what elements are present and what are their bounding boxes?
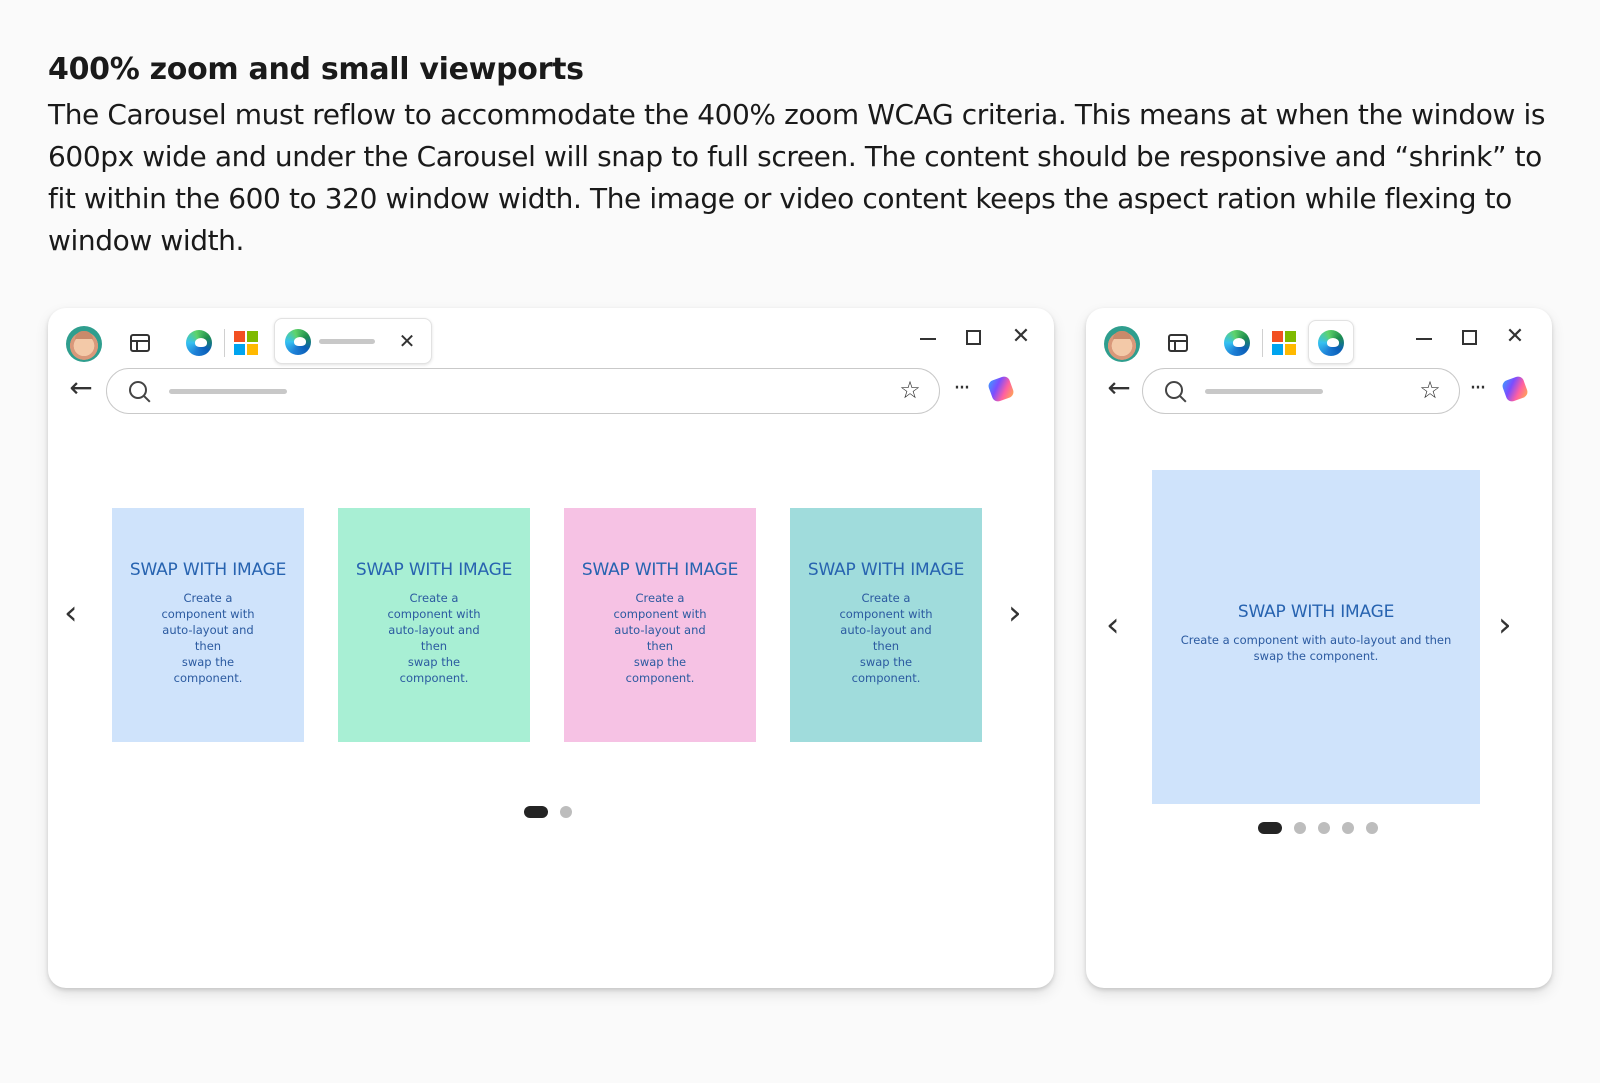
microsoft-icon[interactable] xyxy=(234,331,258,355)
section-heading: 400% zoom and small viewports xyxy=(48,52,584,87)
carousel-card[interactable]: SWAP WITH IMAGE Create a component with aut… xyxy=(338,508,530,742)
card-title: SWAP WITH IMAGE xyxy=(581,560,739,580)
tab-actions-icon[interactable] xyxy=(1168,334,1188,352)
card-description: Create a component with auto-layout and … xyxy=(1180,633,1452,663)
close-window-icon[interactable]: ✕ xyxy=(1504,326,1526,348)
search-icon xyxy=(1165,381,1183,399)
back-arrow-icon[interactable]: ← xyxy=(66,374,96,402)
carousel-next-button[interactable]: › xyxy=(1008,596,1022,630)
browser-window-desktop: ✕ ✕ ← ☆ ··· ‹ SWAP WITH IMAGE Create a com… xyxy=(48,308,1054,988)
minimize-icon[interactable] xyxy=(1416,338,1432,340)
carousel-prev-button[interactable]: ‹ xyxy=(64,596,78,630)
back-arrow-icon[interactable]: ← xyxy=(1104,374,1134,402)
avatar[interactable] xyxy=(66,326,102,362)
active-tab[interactable]: ✕ xyxy=(274,318,432,364)
search-icon xyxy=(129,381,147,399)
favorite-add-icon[interactable]: ☆ xyxy=(897,378,923,402)
section-description: The Carousel must reflow to accommodate … xyxy=(48,98,1546,257)
maximize-icon[interactable] xyxy=(1462,330,1477,345)
microsoft-icon[interactable] xyxy=(1272,331,1296,355)
pagination-dot[interactable] xyxy=(1258,822,1282,834)
address-bar[interactable]: ☆ xyxy=(106,368,940,414)
carousel-next-button[interactable]: › xyxy=(1498,608,1512,642)
pagination-dot[interactable] xyxy=(524,806,548,818)
tab-separator xyxy=(1262,329,1263,357)
card-title: SWAP WITH IMAGE xyxy=(129,560,287,580)
pagination-dot[interactable] xyxy=(1342,822,1354,834)
pagination-dot[interactable] xyxy=(1366,822,1378,834)
card-description: Create a component with auto-layout and the… xyxy=(387,591,481,685)
edge-icon[interactable] xyxy=(186,330,212,356)
address-placeholder xyxy=(169,389,287,394)
pagination-dot[interactable] xyxy=(560,806,572,818)
carousel-card[interactable]: SWAP WITH IMAGE Create a component with aut… xyxy=(564,508,756,742)
close-tab-icon[interactable]: ✕ xyxy=(397,331,417,351)
edge-icon[interactable] xyxy=(1224,330,1250,356)
maximize-icon[interactable] xyxy=(966,330,981,345)
more-icon[interactable]: ··· xyxy=(946,378,976,400)
card-title: SWAP WITH IMAGE xyxy=(1237,602,1395,622)
card-title: SWAP WITH IMAGE xyxy=(807,560,965,580)
edge-icon xyxy=(1318,330,1344,356)
avatar[interactable] xyxy=(1104,326,1140,362)
browser-window-small: ✕ ← ☆ ··· ‹ SWAP WITH IMAGE Create a comp… xyxy=(1086,308,1552,988)
favorite-add-icon[interactable]: ☆ xyxy=(1417,378,1443,402)
address-placeholder xyxy=(1205,389,1323,394)
card-description: Create a component with auto-layout and the… xyxy=(613,591,707,685)
more-icon[interactable]: ··· xyxy=(1462,378,1492,400)
tab-actions-icon[interactable] xyxy=(130,334,150,352)
tab-title-placeholder xyxy=(319,339,375,344)
minimize-icon[interactable] xyxy=(920,338,936,340)
card-title: SWAP WITH IMAGE xyxy=(355,560,513,580)
carousel-card[interactable]: SWAP WITH IMAGE Create a component with aut… xyxy=(112,508,304,742)
copilot-icon[interactable] xyxy=(986,374,1016,404)
carousel-prev-button[interactable]: ‹ xyxy=(1106,608,1120,642)
carousel-card[interactable]: SWAP WITH IMAGE Create a component with aut… xyxy=(790,508,982,742)
carousel-card[interactable]: SWAP WITH IMAGE Create a component with a… xyxy=(1152,470,1480,804)
tab-separator xyxy=(224,329,225,357)
card-description: Create a component with auto-layout and the… xyxy=(161,591,255,685)
pagination-dot[interactable] xyxy=(1294,822,1306,834)
card-description: Create a component with auto-layout and the… xyxy=(839,591,933,685)
active-tab[interactable] xyxy=(1308,320,1354,364)
pagination-dot[interactable] xyxy=(1318,822,1330,834)
close-window-icon[interactable]: ✕ xyxy=(1010,326,1032,348)
copilot-icon[interactable] xyxy=(1500,374,1530,404)
edge-icon xyxy=(285,329,311,355)
address-bar[interactable]: ☆ xyxy=(1142,368,1460,414)
